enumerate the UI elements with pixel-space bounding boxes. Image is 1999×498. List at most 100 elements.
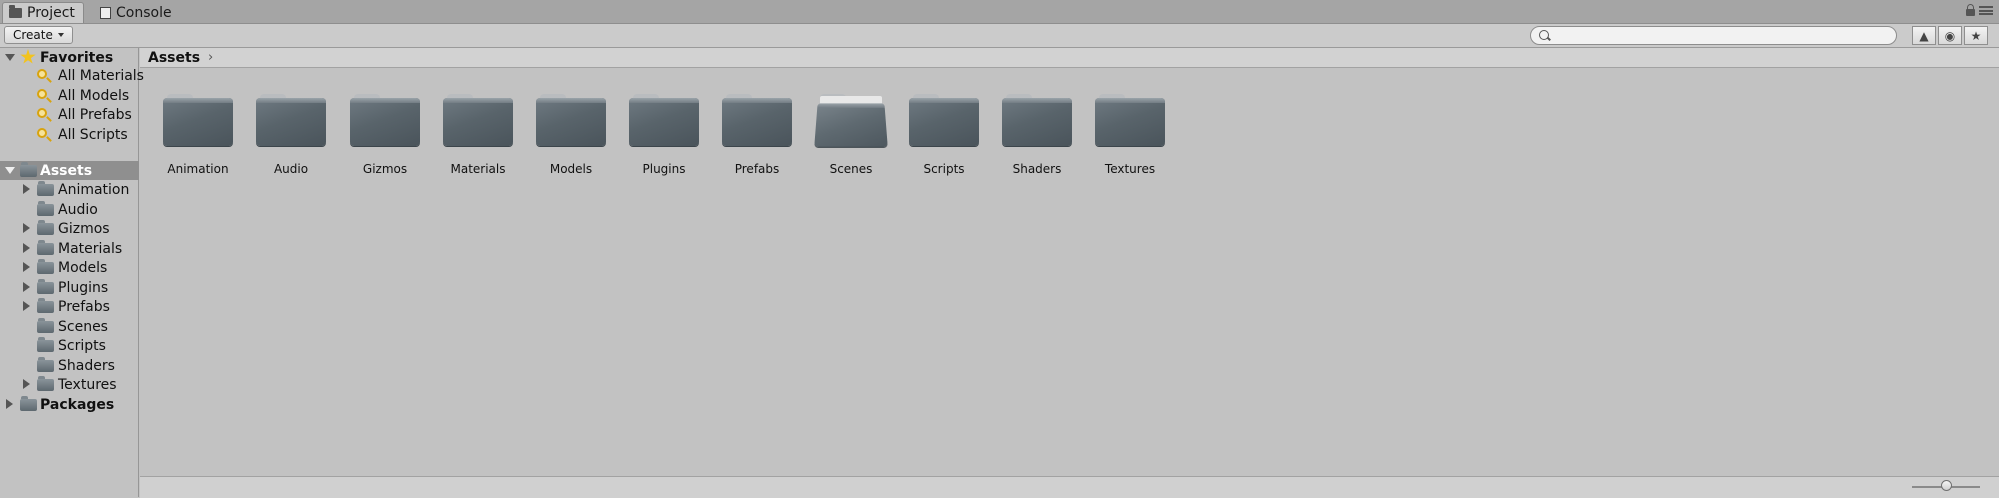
search-input[interactable]: [1555, 28, 1879, 45]
save-search-button[interactable]: ★: [1964, 26, 1988, 45]
search-icon: [37, 69, 47, 79]
foldout-right-icon[interactable]: [23, 243, 30, 253]
grid-folder-plugins[interactable]: Plugins: [609, 88, 699, 178]
breadcrumb-item-assets[interactable]: Assets: [148, 50, 200, 66]
folder-icon: [629, 94, 699, 146]
chevron-down-icon: [57, 33, 64, 37]
grid-folder-textures[interactable]: Textures: [1075, 88, 1165, 178]
filter-by-type-button[interactable]: ▲: [1912, 26, 1936, 45]
folder-icon: [9, 5, 22, 18]
foldout-down-icon[interactable]: [5, 167, 15, 174]
tree-item-label: Prefabs: [58, 298, 110, 315]
grid-folder-models[interactable]: Models: [516, 88, 606, 178]
grid-folder-label: Textures: [1104, 162, 1156, 176]
menu-icon[interactable]: [1979, 6, 1993, 15]
folder-icon: [20, 396, 37, 411]
foldout-right-icon[interactable]: [23, 301, 30, 311]
tree-item-materials[interactable]: Materials: [0, 239, 139, 258]
lock-icon[interactable]: [1966, 4, 1975, 16]
filter-by-label-button[interactable]: ◉: [1938, 26, 1962, 45]
grid-folder-animation[interactable]: Animation: [143, 88, 233, 178]
tree-item-label: Scenes: [58, 318, 108, 335]
foldout-right-icon[interactable]: [23, 223, 30, 233]
folder-icon: [909, 94, 979, 146]
grid-folder-scripts[interactable]: Scripts: [889, 88, 979, 178]
tree-item-audio[interactable]: Audio: [0, 200, 139, 219]
star-icon: [20, 49, 36, 64]
grid-folder-scenes[interactable]: Scenes: [796, 88, 888, 178]
tree-favorite-label: All Scripts: [58, 126, 128, 143]
grid-folder-materials[interactable]: Materials: [423, 88, 513, 178]
tree-favorite-item[interactable]: All Models: [0, 86, 139, 105]
tree-item-plugins[interactable]: Plugins: [0, 278, 139, 297]
tree-favorite-label: All Models: [58, 87, 130, 104]
foldout-down-icon[interactable]: [5, 54, 15, 61]
chevron-right-icon: ›: [208, 50, 214, 65]
tree-favorite-label: All Materials: [58, 67, 144, 84]
zoom-slider-thumb[interactable]: [1940, 480, 1952, 491]
tree-packages[interactable]: Packages: [0, 395, 139, 414]
tree-item-gizmos[interactable]: Gizmos: [0, 219, 139, 238]
grid-folder-gizmos[interactable]: Gizmos: [330, 88, 420, 178]
tree-item-label: Gizmos: [58, 220, 110, 237]
folder-icon: [37, 240, 54, 255]
tree-favorite-item[interactable]: All Scripts: [0, 125, 139, 144]
folder-icon: [163, 94, 233, 146]
tab-console[interactable]: Console: [94, 2, 180, 23]
folder-icon: [350, 94, 420, 146]
tab-console-label: Console: [116, 4, 172, 21]
folder-icon: [256, 94, 326, 146]
tree-item-label: Models: [58, 259, 108, 276]
folder-icon: [443, 94, 513, 146]
search-icon: [37, 128, 47, 138]
tree-item-shaders[interactable]: Shaders: [0, 356, 139, 375]
create-button[interactable]: Create: [4, 26, 73, 44]
status-footer: [140, 476, 1999, 498]
tree-favorites[interactable]: Favorites: [0, 48, 139, 67]
folder-icon: [37, 181, 54, 196]
folder-open-icon: [814, 94, 888, 147]
folder-icon: [37, 318, 54, 333]
grid-folder-audio[interactable]: Audio: [236, 88, 326, 178]
tree-item-scenes[interactable]: Scenes: [0, 317, 139, 336]
star-icon: ★: [1970, 28, 1982, 43]
folder-icon: [37, 201, 54, 216]
folder-icon: [37, 337, 54, 352]
tree-favorite-label: All Prefabs: [58, 106, 132, 123]
tree-assets[interactable]: Assets: [0, 161, 139, 180]
tree-item-scripts[interactable]: Scripts: [0, 336, 139, 355]
window-controls: [1966, 4, 1993, 16]
tree-item-label: Scripts: [58, 337, 106, 354]
foldout-right-icon[interactable]: [23, 262, 30, 272]
search-icon: [1539, 30, 1549, 40]
tree-favorite-item[interactable]: All Materials: [0, 66, 144, 85]
console-icon: [100, 6, 111, 19]
tab-project[interactable]: Project: [2, 2, 84, 23]
tree-favorite-item[interactable]: All Prefabs: [0, 105, 139, 124]
folder-icon: [722, 94, 792, 146]
tree-item-textures[interactable]: Textures: [0, 375, 139, 394]
folder-icon: [37, 376, 54, 391]
grid-folder-prefabs[interactable]: Prefabs: [702, 88, 792, 178]
foldout-right-icon[interactable]: [6, 399, 13, 409]
foldout-right-icon[interactable]: [23, 282, 30, 292]
grid-folder-shaders[interactable]: Shaders: [982, 88, 1072, 178]
folder-icon: [37, 220, 54, 235]
tree-item-label: Materials: [58, 240, 123, 257]
tree-item-prefabs[interactable]: Prefabs: [0, 297, 139, 316]
tree-item-label: Plugins: [58, 279, 109, 296]
tree-item-label: Audio: [58, 201, 98, 218]
foldout-right-icon[interactable]: [23, 379, 30, 389]
search-box[interactable]: [1530, 26, 1897, 45]
tree-item-label: Animation: [58, 181, 130, 198]
create-button-label: Create: [13, 28, 53, 42]
foldout-right-icon[interactable]: [23, 184, 30, 194]
tree-item-animation[interactable]: Animation: [0, 180, 139, 199]
tree-assets-label: Assets: [40, 162, 93, 179]
folder-icon: [20, 162, 37, 177]
tree-packages-label: Packages: [40, 396, 115, 413]
tree-item-models[interactable]: Models: [0, 258, 139, 277]
folder-icon: [536, 94, 606, 146]
search-icon: [37, 108, 47, 118]
folder-icon: [1002, 94, 1072, 146]
